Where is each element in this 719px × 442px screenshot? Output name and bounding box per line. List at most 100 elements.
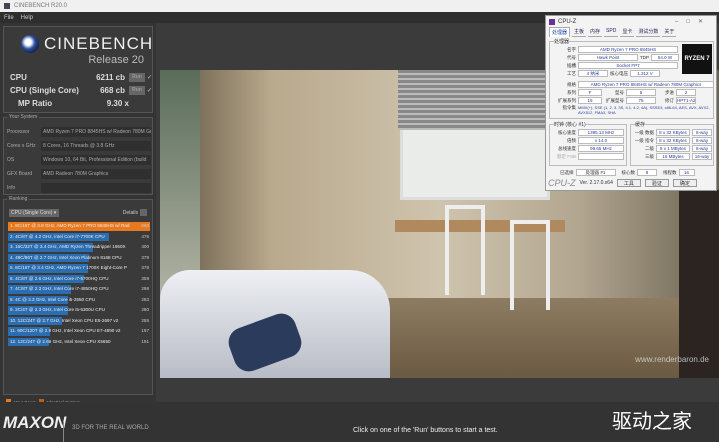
rated-fsb: [578, 153, 624, 160]
ranking-label: 5. 8C/16T @ 3.4 GHz, AMD Ryzen 7 1700X E…: [10, 265, 127, 270]
ok-button[interactable]: 确定: [672, 179, 697, 187]
ranking-item[interactable]: 10. 12C/24T @ 2.7 GHz, Intel Xeon CPU E5…: [8, 316, 150, 327]
label: 二级: [645, 145, 654, 151]
menu-help[interactable]: Help: [21, 15, 33, 21]
ranking-score: 378: [141, 265, 149, 270]
ranking-label: 12. 12C/24T @ 2.66 GHz, Intel Xeon CPU X…: [10, 338, 111, 344]
ranking-label: 1. 8C/16T @ 3.8 GHz, AMD Ryzen 7 PRO 884…: [10, 223, 130, 228]
watermark: 驱动之家: [612, 411, 692, 433]
field-value: AMD Ryzen 7 PRO 8845HS w/ Radeon 780M Gr…: [41, 126, 151, 137]
label: 型号: [615, 89, 624, 95]
ranking-label: 3. 16C/32T @ 3.4 GHz, AMD Ryzen Threadri…: [10, 244, 126, 249]
tab-mainboard[interactable]: 主板: [572, 27, 587, 37]
ranking-score: 379: [141, 254, 149, 260]
ranking-label: 6. 4C/8T @ 2.6 GHz, Intel Core i7-6700HQ…: [10, 275, 109, 281]
label: 扩展系列: [558, 97, 576, 103]
cache-size: 8 x 1 MBytes: [656, 145, 690, 152]
cpu-ext-model: 75: [626, 97, 656, 104]
tab-cpu[interactable]: 处理器: [549, 27, 571, 37]
tab-spd[interactable]: SPD: [604, 27, 619, 37]
tab-about[interactable]: 关于: [662, 27, 677, 37]
score-mp-ratio: MP Ratio 9.30 x: [10, 99, 152, 108]
run-single-button[interactable]: Run: [129, 86, 145, 95]
tab-memory[interactable]: 内存: [588, 27, 603, 37]
processor-select[interactable]: 处理器 #1: [575, 169, 616, 176]
menu-file[interactable]: File: [4, 15, 14, 21]
cpu-stepping: 2: [676, 89, 696, 96]
label: 名字: [567, 46, 576, 52]
system-row: OS Windows 10, 64 Bit, Professional Editi…: [7, 154, 151, 165]
ranking-score: 191: [141, 338, 149, 344]
section-title: Ranking: [7, 196, 30, 202]
cpuz-icon: [549, 18, 555, 25]
group-title: 处理器: [554, 38, 570, 45]
details-toggle[interactable]: Details: [123, 209, 147, 216]
group-title: 缓存: [635, 121, 646, 128]
status-message: Click on one of the 'Run' buttons to sta…: [353, 427, 498, 434]
ranking-item[interactable]: 2. 4C/8T @ 4.2 GHz, Intel Core i7-7700K …: [8, 232, 150, 243]
tagline: 3D FOR THE REAL WORLD: [63, 422, 149, 442]
cinebench-logo-icon: [21, 35, 39, 53]
cpuz-title: CPU-Z: [558, 18, 577, 25]
cache-assoc: 16-way: [692, 153, 712, 160]
group-title: 时钟 (核心 #1): [554, 121, 586, 128]
ranking-dropdown[interactable]: CPU (Single Core) ▾: [9, 209, 59, 217]
ranking-item[interactable]: 5. 8C/16T @ 3.4 GHz, AMD Ryzen 7 1700X E…: [8, 263, 150, 274]
ranking-label: 11. 60C/120T @ 2.8 GHz, Intel Xeon CPU E…: [10, 328, 121, 333]
ranking-label: 8. 4C @ 3.3 GHz, Intel Core i5-3550 CPU: [10, 296, 96, 302]
ranking-item[interactable]: 7. 4C/8T @ 2.3 GHz, Intel Core i7-4850HQ…: [8, 284, 150, 295]
label: 已选择: [560, 169, 574, 175]
cache-assoc: 8-way: [692, 145, 712, 152]
ranking-item[interactable]: 11. 60C/120T @ 2.8 GHz, Intel Xeon CPU E…: [8, 326, 150, 337]
label: 修订: [665, 97, 674, 103]
score-value: 9.30 x: [106, 99, 129, 108]
cpu-model: 5: [626, 89, 656, 96]
ranking-item[interactable]: 9. 2C/4T @ 2.3 GHz, Intel Core i5-5300U …: [8, 305, 150, 316]
label: 扩展型号: [606, 97, 624, 103]
cpuz-brand: CPU-Z: [548, 178, 576, 188]
label: 规格: [567, 81, 576, 87]
system-row: Info: [7, 182, 151, 193]
cache-row: 一级 指令 8 x 32 KBytes 8-way: [634, 137, 712, 144]
field-label: Cores x GHz: [7, 142, 36, 149]
left-panel: CINEBENCH Release 20 CPU 6211 cb Run ✓ CPU …: [0, 23, 156, 405]
cache-assoc: 8-way: [692, 137, 712, 144]
tools-button[interactable]: 工具: [616, 179, 641, 187]
left-window: [160, 70, 200, 300]
details-icon: [140, 209, 147, 216]
ranking-score: 298: [141, 286, 149, 291]
maxon-logo: MAXON: [3, 413, 67, 432]
label: 步进: [665, 89, 674, 95]
ranking-score: 668: [141, 223, 149, 228]
tab-bench[interactable]: 测试分数: [636, 27, 661, 37]
tab-graphics[interactable]: 显卡: [620, 27, 635, 37]
field-value: AMD Radeon 780M Graphics: [41, 168, 151, 179]
window-controls[interactable]: –□✕: [675, 18, 711, 25]
ranking-score: 475: [141, 233, 149, 239]
ranking-item[interactable]: 4. 48C/96T @ 2.7 GHz, Intel Xeon Platinu…: [8, 253, 150, 264]
score-value: 6211 cb: [96, 73, 125, 82]
core-speed: 1395.13 MHz: [578, 129, 624, 136]
run-cpu-button[interactable]: Run: [129, 73, 145, 82]
ranking-score: 359: [141, 275, 149, 281]
ranking-item[interactable]: 6. 4C/8T @ 2.6 GHz, Intel Core i7-6700HQ…: [8, 274, 150, 285]
ranking-item[interactable]: 8. 4C @ 3.3 GHz, Intel Core i5-3550 CPU 2…: [8, 295, 150, 306]
label: 总线速度: [558, 145, 576, 151]
info-input[interactable]: [41, 182, 151, 193]
score-value: 668 cb: [100, 86, 125, 95]
ranking-score: 255: [141, 317, 149, 323]
cpuz-window: CPU-Z –□✕ 处理器 主板 内存 SPD 显卡 测试分数 关于 处理器 名字 AMD Ry…: [545, 15, 717, 191]
ranking-item[interactable]: 12. 12C/24T @ 2.66 GHz, Intel Xeon CPU X…: [8, 337, 150, 348]
label: 插槽: [567, 62, 576, 68]
ranking-score: 283: [141, 296, 149, 302]
field-value: 8 Cores, 16 Threads @ 3.8 GHz: [41, 140, 151, 151]
ranking-panel: Ranking CPU (Single Core) ▾ Details 1. 8…: [3, 196, 153, 395]
cpu-revision: HPT1-A2: [676, 97, 696, 104]
multiplier: x 14.0: [578, 137, 624, 144]
render-credit: www.renderbaron.de: [635, 355, 709, 364]
validate-button[interactable]: 验证: [644, 179, 669, 187]
label: 三级: [645, 153, 654, 159]
ranking-item[interactable]: 3. 16C/32T @ 3.4 GHz, AMD Ryzen Threadri…: [8, 242, 150, 253]
ranking-item[interactable]: 1. 8C/16T @ 3.8 GHz, AMD Ryzen 7 PRO 884…: [8, 221, 150, 232]
title-bar: CINEBENCH R20.0: [0, 0, 719, 12]
